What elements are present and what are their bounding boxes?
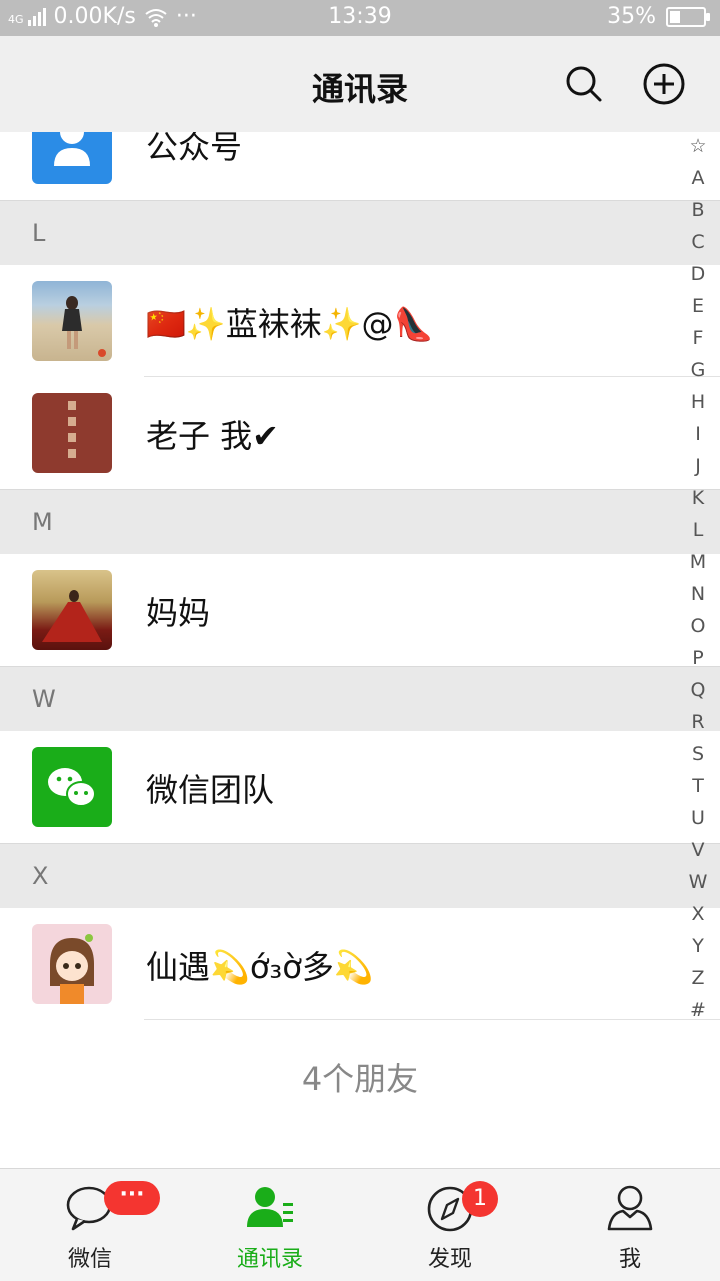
tab-bar: 微信 ··· 通讯录 发现 1 我 bbox=[0, 1168, 720, 1281]
discover-badge: 1 bbox=[462, 1181, 498, 1217]
index-letter[interactable]: L bbox=[693, 514, 704, 546]
tab-label: 我 bbox=[618, 1247, 641, 1272]
wechat-team-avatar bbox=[32, 747, 112, 827]
index-letter[interactable]: Z bbox=[691, 962, 704, 994]
section-letter: X bbox=[32, 862, 49, 890]
battery-percent: 35% bbox=[607, 4, 656, 29]
section-header-w: W bbox=[0, 666, 720, 732]
unread-badge: ··· bbox=[104, 1181, 160, 1215]
index-letter[interactable]: S bbox=[692, 738, 704, 770]
section-header-x: X bbox=[0, 843, 720, 909]
tab-label: 发现 bbox=[427, 1247, 472, 1272]
index-letter[interactable]: M bbox=[690, 546, 706, 578]
index-letter[interactable]: # bbox=[690, 994, 706, 1026]
index-letter[interactable]: P bbox=[692, 642, 703, 674]
contact-name: 🇨🇳✨蓝袜袜✨@👠 bbox=[146, 305, 434, 343]
cartoon-girl-avatar bbox=[50, 934, 94, 1004]
official-accounts-row[interactable]: 公众号 bbox=[0, 132, 720, 200]
alphabet-index[interactable]: ☆ A B C D E F G H I J K L M N O P Q R S T U V W X Y Z # bbox=[684, 130, 712, 1026]
index-letter[interactable]: R bbox=[691, 706, 704, 738]
contact-name: 仙遇💫ớ₃ờ多💫 bbox=[146, 948, 374, 986]
tab-contacts[interactable]: 通讯录 bbox=[180, 1169, 360, 1281]
section-letter: M bbox=[32, 508, 53, 536]
tab-me[interactable]: 我 bbox=[540, 1169, 720, 1281]
index-letter[interactable]: X bbox=[691, 898, 704, 930]
index-letter[interactable]: I bbox=[695, 418, 701, 450]
index-letter[interactable]: K bbox=[692, 482, 704, 514]
contact-name: 妈妈 bbox=[146, 594, 211, 632]
plus-circle-icon bbox=[643, 63, 685, 105]
search-button[interactable] bbox=[562, 62, 606, 106]
person-icon bbox=[54, 132, 90, 166]
battery-icon bbox=[666, 6, 710, 27]
contact-row[interactable]: 妈妈 bbox=[0, 554, 720, 666]
contact-row[interactable]: 仙遇💫ớ₃ờ多💫 bbox=[0, 908, 720, 1020]
contact-name: 微信团队 bbox=[146, 771, 275, 809]
add-button[interactable] bbox=[642, 62, 686, 106]
index-letter[interactable]: N bbox=[691, 578, 705, 610]
tab-label: 通讯录 bbox=[236, 1247, 303, 1272]
calligraphy-avatar bbox=[68, 401, 76, 458]
contact-name: 老子 我✔ bbox=[146, 417, 279, 455]
index-letter[interactable]: J bbox=[695, 450, 701, 482]
search-icon bbox=[566, 66, 602, 102]
contact-row[interactable]: 老子 我✔ bbox=[0, 377, 720, 489]
wechat-logo-icon bbox=[48, 768, 96, 807]
section-letter: W bbox=[32, 685, 56, 713]
index-letter[interactable]: G bbox=[691, 354, 706, 386]
status-bar: 4G 0.00K/s ··· 13:39 35% bbox=[0, 0, 720, 36]
index-letter[interactable]: ☆ bbox=[689, 130, 706, 162]
index-letter[interactable]: Y bbox=[692, 930, 704, 962]
index-letter[interactable]: Q bbox=[691, 674, 706, 706]
tab-label: 微信 bbox=[67, 1247, 112, 1272]
contacts-icon bbox=[247, 1187, 293, 1227]
index-letter[interactable]: T bbox=[692, 770, 704, 802]
contact-avatar bbox=[32, 570, 112, 650]
index-letter[interactable]: U bbox=[691, 802, 705, 834]
contact-row[interactable]: 微信团队 bbox=[0, 731, 720, 843]
section-letter: L bbox=[32, 219, 46, 247]
app-header: 通讯录 bbox=[0, 36, 720, 133]
photo-red-dress bbox=[42, 590, 102, 642]
index-letter[interactable]: C bbox=[691, 226, 704, 258]
tab-discover[interactable]: 发现 bbox=[360, 1169, 540, 1281]
contact-avatar bbox=[32, 924, 112, 1004]
contact-avatar bbox=[32, 393, 112, 473]
tab-chats[interactable]: 微信 ··· bbox=[0, 1169, 180, 1281]
photo-woman-beach bbox=[62, 296, 106, 357]
section-header-m: M bbox=[0, 489, 720, 555]
index-letter[interactable]: B bbox=[691, 194, 704, 226]
page-title: 通讯录 bbox=[311, 70, 408, 108]
index-letter[interactable]: E bbox=[692, 290, 704, 322]
contact-name: 公众号 bbox=[146, 132, 243, 166]
person-icon bbox=[607, 1185, 653, 1231]
contact-avatar bbox=[32, 281, 112, 361]
index-letter[interactable]: H bbox=[691, 386, 705, 418]
friend-count: 4个朋友 bbox=[301, 1060, 419, 1098]
index-letter[interactable]: V bbox=[692, 834, 705, 866]
index-letter[interactable]: W bbox=[689, 866, 708, 898]
contact-list[interactable]: 公众号 L 🇨🇳✨蓝袜袜✨@👠 老子 我✔ M 妈妈 W 微信团队 X 仙遇💫ớ… bbox=[0, 132, 720, 1168]
section-header-l: L bbox=[0, 200, 720, 266]
index-letter[interactable]: A bbox=[692, 162, 705, 194]
official-accounts-avatar bbox=[32, 132, 112, 184]
index-letter[interactable]: D bbox=[691, 258, 706, 290]
status-right: 35% bbox=[607, 4, 710, 29]
index-letter[interactable]: F bbox=[693, 322, 704, 354]
index-letter[interactable]: O bbox=[691, 610, 706, 642]
row-divider bbox=[144, 1019, 720, 1020]
contact-row[interactable]: 🇨🇳✨蓝袜袜✨@👠 bbox=[0, 265, 720, 377]
